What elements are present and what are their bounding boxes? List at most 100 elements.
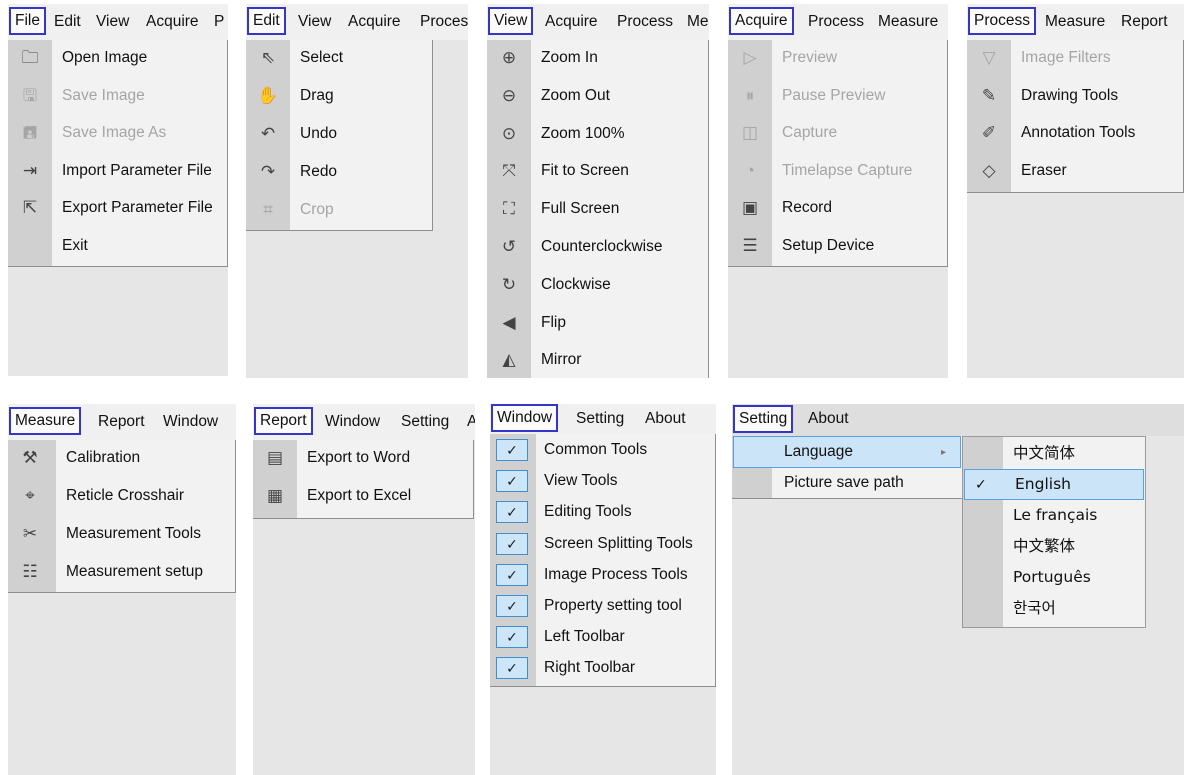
language-option[interactable]: 한국어 xyxy=(963,594,1145,623)
menu-item-image-filters[interactable]: ▽ Image Filters xyxy=(967,40,1183,76)
menu-item-picture-save-path[interactable]: Picture save path xyxy=(732,468,962,498)
menu-about[interactable]: About xyxy=(806,404,851,434)
menu-measure[interactable]: Measure xyxy=(8,407,82,435)
menu-item-export-parameter-file[interactable]: ⇱ Export Parameter File xyxy=(8,190,227,226)
menu-window[interactable]: Window xyxy=(490,404,559,432)
menu-item-fit-to-screen[interactable]: ⤧ Fit to Screen xyxy=(487,153,708,189)
menu-item-save-image-as[interactable]: 🖪 Save Image As xyxy=(8,115,227,151)
menu-acquire[interactable]: Acquire xyxy=(144,4,201,40)
language-label: Português xyxy=(1013,568,1091,586)
menu-item-crop[interactable]: ⌗ Crop xyxy=(246,192,432,228)
menu-measure[interactable]: Measure xyxy=(876,4,940,40)
menu-report[interactable]: Report xyxy=(254,407,313,435)
menu-acquire[interactable]: Acquire xyxy=(346,4,403,40)
menu-item-image-process-tools[interactable]: ✓ Image Process Tools xyxy=(490,560,715,590)
checkmark-icon: ✓ xyxy=(496,439,528,461)
menu-item-zoom-out[interactable]: ⊖ Zoom Out xyxy=(487,78,708,114)
menu-file[interactable]: File xyxy=(9,7,46,35)
menu-item-flip[interactable]: ◀ Flip xyxy=(487,305,708,341)
menu-item-label: Fit to Screen xyxy=(541,162,629,180)
menu-item-import-parameter-file[interactable]: ⇥ Import Parameter File xyxy=(8,153,227,189)
menu-process-truncated[interactable]: P xyxy=(212,4,226,40)
menu-item-label: Zoom Out xyxy=(541,86,610,104)
menu-report[interactable]: Report xyxy=(96,404,147,440)
menu-item-calibration[interactable]: ⚒ Calibration xyxy=(8,440,235,476)
menu-item-export-to-word[interactable]: ▤ Export to Word xyxy=(253,440,473,476)
menu-about[interactable]: About xyxy=(643,404,688,437)
menu-report[interactable]: Report xyxy=(1119,4,1170,40)
menu-measure[interactable]: Measure xyxy=(1043,4,1107,40)
menu-item-label: Exit xyxy=(62,236,88,254)
menu-process[interactable]: Process xyxy=(968,7,1036,35)
menu-item-preview[interactable]: ▷ Preview xyxy=(728,40,947,76)
menu-about-truncated[interactable]: A xyxy=(465,404,475,440)
eraser-icon: ◇ xyxy=(982,160,996,180)
menu-item-undo[interactable]: ↶ Undo xyxy=(246,116,432,152)
menu-item-language[interactable]: Language ▸ xyxy=(733,436,961,468)
menu-process[interactable]: Process xyxy=(615,4,675,40)
menu-item-editing-tools[interactable]: ✓ Editing Tools xyxy=(490,497,715,527)
undo-icon: ↶ xyxy=(260,124,276,143)
menu-item-label: View Tools xyxy=(544,472,618,490)
menu-item-exit[interactable]: Exit xyxy=(8,228,227,264)
menu-item-label: Annotation Tools xyxy=(1021,124,1136,141)
menu-view[interactable]: View xyxy=(94,4,131,40)
menu-item-property-setting-tool[interactable]: ✓ Property setting tool xyxy=(490,591,715,621)
menu-edit[interactable]: Edit xyxy=(247,7,286,35)
menu-item-label: Calibration xyxy=(66,449,141,466)
menu-process[interactable]: Process xyxy=(806,4,866,40)
menu-item-full-screen[interactable]: ⛶ Full Screen xyxy=(487,191,708,227)
menu-item-record[interactable]: ▣ Record xyxy=(728,190,947,226)
menu-item-capture[interactable]: ◫ Capture xyxy=(728,115,947,151)
menu-setting[interactable]: Setting xyxy=(399,404,451,440)
language-option[interactable]: 中文繁体 xyxy=(963,532,1145,561)
menu-item-view-tools[interactable]: ✓ View Tools xyxy=(490,466,715,496)
menu-item-timelapse-capture[interactable]: ◔ Timelapse Capture xyxy=(728,153,947,189)
menu-process-truncated[interactable]: Proces xyxy=(418,4,468,40)
menu-item-drag[interactable]: ✋ Drag xyxy=(246,78,432,114)
menu-window[interactable]: Window xyxy=(323,404,382,440)
menu-item-counterclockwise[interactable]: ↺ Counterclockwise xyxy=(487,229,708,265)
language-option[interactable]: Le français xyxy=(963,501,1145,530)
menu-item-label: Editing Tools xyxy=(544,503,632,521)
menu-item-setup-device[interactable]: ☰ Setup Device xyxy=(728,228,947,264)
menu-item-save-image[interactable]: 🖫 Save Image xyxy=(8,78,227,114)
menu-item-annotation-tools[interactable]: ✐ Annotation Tools xyxy=(967,115,1183,151)
menu-item-zoom-100[interactable]: ⊙ Zoom 100% xyxy=(487,116,708,152)
menu-window[interactable]: Window xyxy=(161,404,220,440)
menu-item-mirror[interactable]: ◭ Mirror xyxy=(487,342,708,378)
menu-acquire[interactable]: Acquire xyxy=(729,7,794,35)
menu-item-screen-splitting-tools[interactable]: ✓ Screen Splitting Tools xyxy=(490,529,715,559)
menu-item-eraser[interactable]: ◇ Eraser xyxy=(967,153,1183,189)
menu-setting[interactable]: Setting xyxy=(574,404,626,437)
menu-item-right-toolbar[interactable]: ✓ Right Toolbar xyxy=(490,653,715,683)
menu-view[interactable]: View xyxy=(296,4,333,40)
menu-item-pause-preview[interactable]: ⏸ Pause Preview xyxy=(728,78,947,114)
menu-item-redo[interactable]: ↷ Redo xyxy=(246,154,432,190)
menu-item-zoom-in[interactable]: ⊕ Zoom In xyxy=(487,40,708,76)
language-option[interactable]: Português xyxy=(963,563,1145,592)
language-option[interactable]: 中文简体 xyxy=(963,439,1145,468)
menu-item-measurement-tools[interactable]: ✂ Measurement Tools xyxy=(8,516,235,552)
menu-item-left-toolbar[interactable]: ✓ Left Toolbar xyxy=(490,622,715,652)
menu-item-open-image[interactable]: 🗀 Open Image xyxy=(8,40,227,76)
menu-item-common-tools[interactable]: ✓ Common Tools xyxy=(490,435,715,465)
menubar: Measure Report Window xyxy=(8,404,236,440)
menu-setting[interactable]: Setting xyxy=(732,405,794,433)
menu-edit[interactable]: Edit xyxy=(52,4,83,40)
picture-save-path-label: Picture save path xyxy=(784,474,904,491)
menu-view[interactable]: View xyxy=(487,7,534,35)
calibration-icon: ⚒ xyxy=(22,448,38,467)
mirror-icon: ◭ xyxy=(502,350,516,370)
menu-measure-truncated[interactable]: Me xyxy=(685,4,709,40)
menu-item-export-to-excel[interactable]: ▦ Export to Excel xyxy=(253,478,473,514)
menu-item-clockwise[interactable]: ↻ Clockwise xyxy=(487,267,708,303)
menu-item-label: Reticle Crosshair xyxy=(66,487,185,504)
menu-item-select[interactable]: ⇖ Select xyxy=(246,40,432,76)
language-option[interactable]: ✓ English xyxy=(964,469,1144,500)
menubar: Setting About xyxy=(732,404,1184,436)
menu-acquire[interactable]: Acquire xyxy=(543,4,600,40)
menu-item-reticle-crosshair[interactable]: ⌖ Reticle Crosshair xyxy=(8,478,235,514)
menu-item-drawing-tools[interactable]: ✎ Drawing Tools xyxy=(967,78,1183,114)
menu-item-measurement-setup[interactable]: ☷ Measurement setup xyxy=(8,554,235,590)
